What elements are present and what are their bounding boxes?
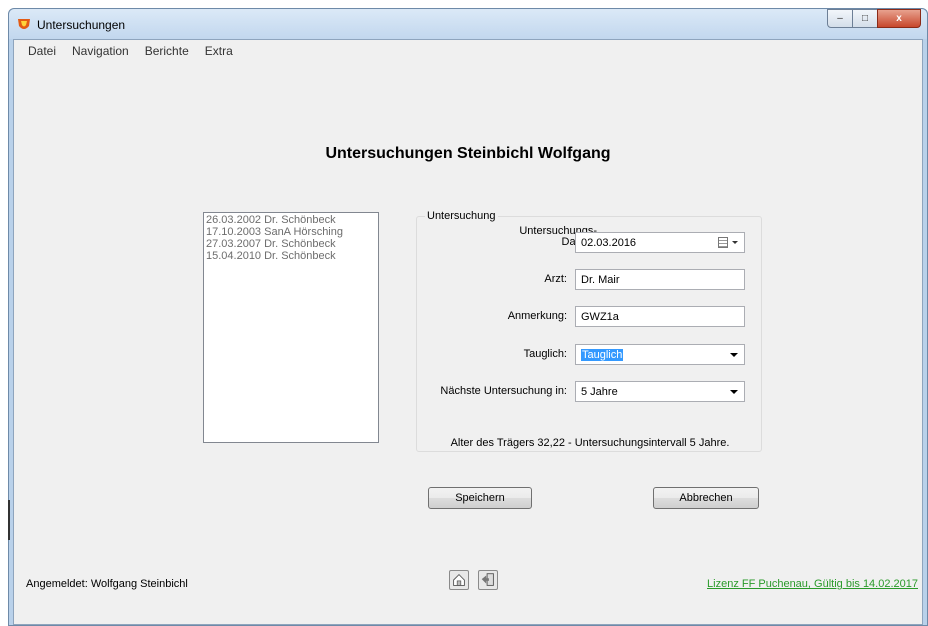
- home-icon[interactable]: [449, 570, 469, 590]
- menu-extra[interactable]: Extra: [197, 40, 241, 62]
- note-label: Anmerkung:: [507, 310, 567, 322]
- license-link[interactable]: Lizenz FF Puchenau, Gültig bis 14.02.201…: [707, 578, 918, 590]
- calendar-icon[interactable]: [718, 237, 728, 248]
- fit-select[interactable]: Tauglich: [575, 344, 745, 365]
- date-value: 02.03.2016: [581, 237, 637, 249]
- chevron-down-icon[interactable]: [730, 390, 738, 394]
- menu-bar: Datei Navigation Berichte Extra: [14, 40, 922, 62]
- next-exam-select[interactable]: 5 Jahre: [575, 381, 745, 402]
- list-item[interactable]: 17.10.2003 SanA Hörsching: [206, 226, 376, 238]
- cancel-button[interactable]: Abbrechen: [653, 487, 759, 509]
- window-edge-accent: [8, 500, 10, 540]
- menu-berichte[interactable]: Berichte: [137, 40, 197, 62]
- logged-in-status: Angemeldet: Wolfgang Steinbichl: [26, 578, 188, 590]
- next-exam-value: 5 Jahre: [581, 386, 618, 398]
- page-title: Untersuchungen Steinbichl Wolfgang: [325, 145, 611, 162]
- menu-datei[interactable]: Datei: [20, 40, 64, 62]
- title-bar[interactable]: Untersuchungen – □ x: [9, 9, 927, 39]
- app-logo-icon: [18, 19, 30, 29]
- maximize-button[interactable]: □: [852, 9, 878, 28]
- exit-icon[interactable]: [478, 570, 498, 590]
- fit-label: Tauglich:: [523, 348, 567, 360]
- doctor-field[interactable]: Dr. Mair: [575, 269, 745, 290]
- window-title: Untersuchungen: [37, 18, 126, 32]
- chevron-down-icon[interactable]: [732, 241, 738, 244]
- note-field[interactable]: GWZ1a: [575, 306, 745, 327]
- save-button[interactable]: Speichern: [428, 487, 532, 509]
- groupbox-title: Untersuchung: [425, 210, 498, 222]
- minimize-button[interactable]: –: [827, 9, 853, 28]
- application-window: Untersuchungen – □ x Datei Navigation Be…: [8, 8, 928, 626]
- next-exam-label: Nächste Untersuchung in:: [440, 385, 567, 397]
- list-item[interactable]: 15.04.2010 Dr. Schönbeck: [206, 250, 376, 262]
- list-item[interactable]: 26.03.2002 Dr. Schönbeck: [206, 214, 376, 226]
- chevron-down-icon[interactable]: [730, 353, 738, 357]
- age-interval-info: Alter des Trägers 32,22 - Untersuchungsi…: [450, 437, 730, 449]
- date-picker[interactable]: 02.03.2016: [575, 232, 745, 253]
- fit-value: Tauglich: [581, 349, 624, 361]
- examination-history-list[interactable]: 26.03.2002 Dr. Schönbeck 17.10.2003 SanA…: [203, 212, 379, 443]
- window-controls: – □ x: [827, 9, 921, 29]
- doctor-label: Arzt:: [544, 273, 567, 285]
- list-item[interactable]: 27.03.2007 Dr. Schönbeck: [206, 238, 376, 250]
- menu-navigation[interactable]: Navigation: [64, 40, 137, 62]
- examination-groupbox: Untersuchung Untersuchungs- Datum: 02.03…: [416, 210, 762, 452]
- client-area: Datei Navigation Berichte Extra Untersuc…: [13, 39, 923, 625]
- close-button[interactable]: x: [877, 9, 921, 28]
